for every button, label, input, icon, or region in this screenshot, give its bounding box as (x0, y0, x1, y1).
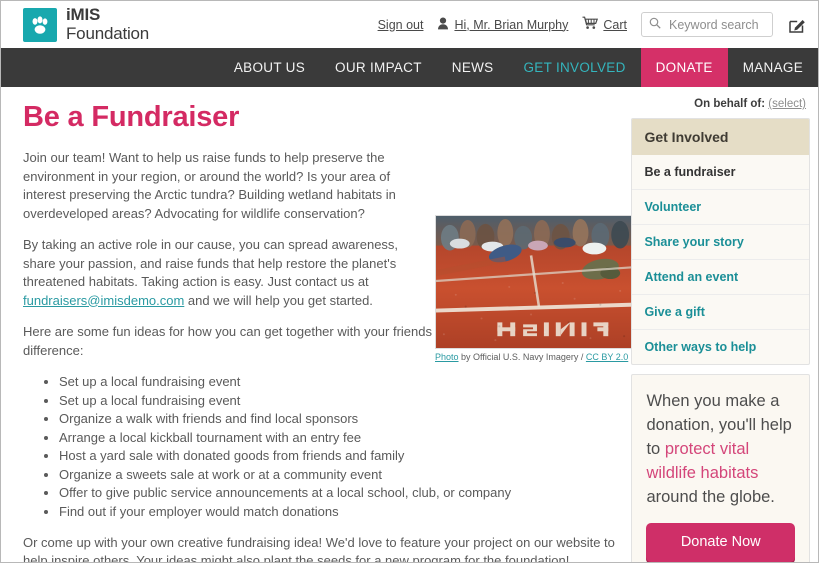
photo-source-link[interactable]: Photo (435, 352, 459, 362)
article-photo-block: Photo by Official U.S. Navy Imagery / CC… (435, 215, 635, 363)
list-item: Offer to give public service announcemen… (59, 484, 631, 502)
user-greeting-link[interactable]: Hi, Mr. Brian Murphy (454, 18, 568, 32)
main-content: Be a Fundraiser Join our team! Want to h… (1, 87, 635, 563)
header-utility-bar: Sign out Hi, Mr. Brian Murphy Cart Keywo… (378, 12, 810, 37)
page-body: Be a Fundraiser Join our team! Want to h… (1, 87, 818, 563)
site-header: iMIS Foundation Sign out Hi, Mr. Brian M… (1, 1, 818, 48)
photo-caption-text: by Official U.S. Navy Imagery / (458, 352, 586, 362)
donate-now-button[interactable]: Donate Now (646, 523, 795, 562)
paw-print-icon (23, 7, 57, 42)
contact-paragraph-tail: and we will help you get started. (184, 292, 373, 308)
search-input[interactable] (667, 16, 765, 33)
closing-paragraph: Or come up with your own creative fundra… (23, 534, 615, 563)
list-item: Organize a sweets sale at work or at a c… (59, 466, 631, 484)
browser-page: iMIS Foundation Sign out Hi, Mr. Brian M… (0, 0, 819, 563)
nav-item-news[interactable]: NEWS (437, 48, 509, 87)
cart-link[interactable]: Cart (582, 16, 627, 33)
runners-track-photo (435, 215, 635, 349)
sidebar-item-volunteer[interactable]: Volunteer (632, 189, 809, 224)
brand-name-primary: iMIS (66, 5, 101, 25)
sidebar-item-attend-an-event[interactable]: Attend an event (632, 259, 809, 294)
compose-icon[interactable] (787, 15, 807, 35)
list-item: Set up a local fundraising event (59, 373, 631, 391)
cart-label[interactable]: Cart (603, 18, 627, 32)
photo-caption: Photo by Official U.S. Navy Imagery / CC… (435, 351, 635, 363)
fundraisers-email-link[interactable]: fundraisers@imisdemo.com (23, 293, 184, 308)
nav-item-get-involved[interactable]: GET INVOLVED (508, 48, 640, 87)
list-item: Find out if your employer would match do… (59, 503, 631, 521)
promo-text: When you make a donation, you'll help to… (646, 389, 795, 509)
contact-paragraph: By taking an active role in our cause, y… (23, 236, 423, 310)
intro-paragraph: Join our team! Want to help us raise fun… (23, 150, 396, 221)
fundraising-ideas-list: Set up a local fundraising event Set up … (23, 373, 631, 521)
sidebar-item-share-your-story[interactable]: Share your story (632, 224, 809, 259)
sidebar-header: Get Involved (632, 119, 809, 155)
page-title: Be a Fundraiser (23, 101, 240, 133)
user-icon (437, 17, 449, 33)
site-logo[interactable]: iMIS Foundation (23, 6, 149, 42)
shopping-cart-icon (582, 16, 599, 33)
on-behalf-of-select-link[interactable]: (select) (768, 98, 806, 110)
sidebar-navigation: Get Involved Be a fundraiser Volunteer S… (631, 118, 810, 365)
list-item: Arrange a local kickball tournament with… (59, 429, 631, 447)
nav-item-donate[interactable]: DONATE (640, 48, 728, 87)
sign-out-link[interactable]: Sign out (378, 18, 424, 32)
search-box[interactable] (641, 12, 773, 37)
nav-item-manage[interactable]: MANAGE (728, 48, 818, 87)
nav-item-our-impact[interactable]: OUR IMPACT (320, 48, 437, 87)
sidebar-item-other-ways-to-help[interactable]: Other ways to help (632, 329, 809, 364)
search-icon (649, 17, 661, 32)
promo-text-part2: around the globe. (646, 488, 775, 506)
brand-name-secondary: Foundation (66, 23, 150, 43)
user-greeting[interactable]: Hi, Mr. Brian Murphy (437, 17, 568, 33)
sidebar: On behalf of: (select) Get Involved Be a… (631, 87, 818, 562)
contact-paragraph-lead: By taking an active role in our cause, y… (23, 237, 399, 289)
list-item: Organize a walk with friends and find lo… (59, 410, 631, 428)
sidebar-item-be-a-fundraiser[interactable]: Be a fundraiser (632, 155, 809, 189)
main-navigation: ABOUT US OUR IMPACT NEWS GET INVOLVED DO… (1, 48, 818, 87)
photo-license-link[interactable]: CC BY 2.0 (586, 352, 628, 362)
brand-wordmark: iMIS Foundation (66, 5, 150, 43)
nav-item-about-us[interactable]: ABOUT US (219, 48, 320, 87)
list-item: Set up a local fundraising event (59, 392, 631, 410)
on-behalf-of-label: On behalf of: (694, 98, 766, 110)
sidebar-item-give-a-gift[interactable]: Give a gift (632, 294, 809, 329)
list-item: Host a yard sale with donated goods from… (59, 447, 631, 465)
donation-promo-box: When you make a donation, you'll help to… (631, 374, 810, 562)
on-behalf-of: On behalf of: (select) (631, 87, 810, 118)
